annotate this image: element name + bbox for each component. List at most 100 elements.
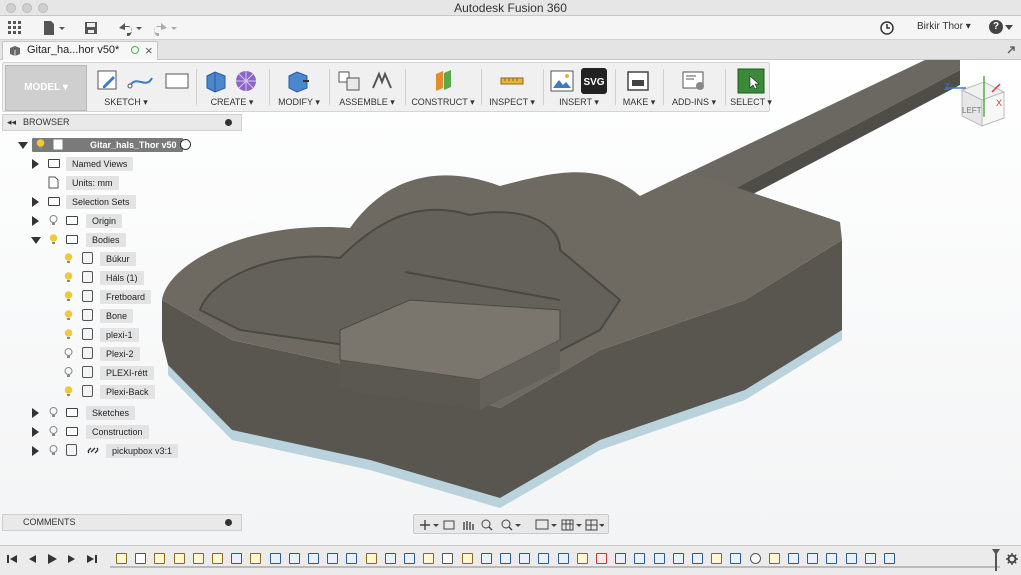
expand-sketches-icon[interactable] xyxy=(32,408,39,418)
timeline-feature-extrude-icon[interactable] xyxy=(384,553,396,564)
body-item-hals[interactable]: Háls (1) xyxy=(60,270,230,285)
file-menu-icon[interactable] xyxy=(42,20,66,36)
modify-group[interactable]: MODIFY ▾ xyxy=(273,63,325,111)
visibility-bulb-off-icon[interactable] xyxy=(49,426,58,437)
document-tab[interactable]: Gitar_ha...hor v50* × xyxy=(2,41,158,60)
visibility-bulb-icon[interactable] xyxy=(64,329,73,340)
expand-construction-icon[interactable] xyxy=(32,427,39,437)
joint-icon[interactable] xyxy=(369,68,395,94)
visibility-bulb-icon[interactable] xyxy=(64,310,73,321)
step-back-icon[interactable] xyxy=(26,553,38,565)
timeline-marker[interactable] xyxy=(992,549,1000,571)
insert-svg-button[interactable]: SVG xyxy=(581,68,607,94)
create-group[interactable]: CREATE ▾ xyxy=(199,63,265,111)
timeline-feature-extrude-icon[interactable] xyxy=(519,553,531,564)
browser-item-selection-sets[interactable]: Selection Sets xyxy=(30,194,230,209)
save-icon[interactable] xyxy=(84,20,98,36)
timeline-feature-extrude-icon[interactable] xyxy=(404,553,415,564)
timeline-feature-extrude-icon[interactable] xyxy=(615,553,627,564)
step-forward-icon[interactable] xyxy=(66,553,78,565)
timeline-feature-extrude-icon[interactable] xyxy=(807,553,819,564)
body-item-plexi-2[interactable]: Plexi-2 xyxy=(60,346,230,361)
canvas-image-icon[interactable] xyxy=(549,68,575,94)
timeline-feature-sketch-icon[interactable] xyxy=(423,553,435,564)
body-item-bukur[interactable]: Búkur xyxy=(60,251,230,266)
visibility-bulb-off-icon[interactable] xyxy=(49,407,58,418)
timeline-feature-sketch-icon[interactable] xyxy=(116,553,127,564)
visibility-bulb-off-icon[interactable] xyxy=(64,367,73,378)
undo-icon[interactable] xyxy=(116,20,144,36)
timeline-feature-body-icon[interactable] xyxy=(442,553,454,564)
create-sketch-icon[interactable] xyxy=(95,68,121,94)
timeline-feature-extrude-icon[interactable] xyxy=(864,553,876,564)
expand-selection-sets-icon[interactable] xyxy=(32,197,39,207)
close-window-button[interactable] xyxy=(6,3,16,13)
new-component-icon[interactable] xyxy=(337,68,363,94)
gear-icon[interactable] xyxy=(1006,553,1018,565)
job-status-clock-icon[interactable] xyxy=(880,20,894,36)
timeline-feature-delete-icon[interactable] xyxy=(596,553,607,564)
select-group[interactable]: SELECT ▾ xyxy=(729,63,773,111)
browser-item-origin[interactable]: Origin xyxy=(30,213,230,228)
scripts-addins-icon[interactable] xyxy=(681,68,707,94)
expand-root-icon[interactable] xyxy=(18,142,28,149)
timeline-track[interactable] xyxy=(110,566,1000,568)
timeline-feature-extrude-icon[interactable] xyxy=(826,553,838,564)
timeline-feature-extrude-icon[interactable] xyxy=(288,553,300,564)
timeline-feature-extrude-icon[interactable] xyxy=(884,553,895,564)
timeline-feature-extrude-icon[interactable] xyxy=(634,553,646,564)
timeline-feature-sketch-icon[interactable] xyxy=(461,553,473,564)
timeline-feature-extrude-icon[interactable] xyxy=(788,553,799,564)
skip-end-icon[interactable] xyxy=(86,553,98,565)
assemble-group[interactable]: ASSEMBLE ▾ xyxy=(333,63,401,111)
play-icon[interactable] xyxy=(46,553,58,565)
browser-panel-header[interactable]: ◂◂ BROWSER xyxy=(2,114,242,131)
browser-item-sketches[interactable]: Sketches xyxy=(30,405,230,420)
browser-item-units[interactable]: Units: mm xyxy=(30,175,230,190)
body-item-plexi-back[interactable]: Plexi-Back xyxy=(60,384,230,399)
visibility-bulb-icon[interactable] xyxy=(64,253,73,264)
timeline-feature-extrude-icon[interactable] xyxy=(692,553,703,564)
skip-start-icon[interactable] xyxy=(6,553,18,565)
spline-icon[interactable] xyxy=(127,68,155,94)
timeline-feature-body-icon[interactable] xyxy=(135,553,147,564)
construct-group[interactable]: CONSTRUCT ▾ xyxy=(409,63,477,111)
expand-named-views-icon[interactable] xyxy=(32,159,39,169)
timeline-feature-extrude-icon[interactable] xyxy=(231,553,243,564)
timeline-feature-extrude-icon[interactable] xyxy=(557,553,569,564)
tab-close-button[interactable]: × xyxy=(145,42,153,59)
timeline-feature-extrude-icon[interactable] xyxy=(327,553,339,564)
timeline-feature-sketch-icon[interactable] xyxy=(173,553,185,564)
collapse-browser-icon[interactable]: ◂◂ xyxy=(7,115,16,130)
timeline-feature-move-icon[interactable] xyxy=(749,553,761,564)
expand-origin-icon[interactable] xyxy=(32,216,39,226)
timeline-feature-sketch-icon[interactable] xyxy=(711,553,723,564)
timeline-feature-extrude-icon[interactable] xyxy=(730,553,742,564)
visibility-bulb-icon[interactable] xyxy=(64,386,73,397)
view-cube-face-left[interactable]: LEFT xyxy=(962,106,982,115)
redo-icon[interactable] xyxy=(150,20,178,36)
workspace-switcher-button[interactable]: MODEL ▾ xyxy=(5,65,87,111)
timeline-feature-sketch-icon[interactable] xyxy=(768,553,780,564)
body-item-plexi-1[interactable]: plexi-1 xyxy=(60,327,230,342)
timeline-feature-sketch-icon[interactable] xyxy=(576,553,588,564)
offset-plane-icon[interactable] xyxy=(431,68,457,94)
press-pull-icon[interactable] xyxy=(285,68,311,94)
comments-toggle-icon[interactable] xyxy=(225,519,232,526)
body-item-fretboard[interactable]: Fretboard xyxy=(60,289,230,304)
browser-root-node[interactable]: Gitar_hals_Thor v50 xyxy=(16,137,206,152)
view-cube[interactable]: LEFT Z X xyxy=(944,74,1010,138)
timeline-feature-extrude-icon[interactable] xyxy=(480,553,492,564)
rectangle-icon[interactable] xyxy=(163,68,191,94)
timeline-feature-sketch-icon[interactable] xyxy=(192,553,204,564)
timeline-feature-extrude-icon[interactable] xyxy=(845,553,857,564)
timeline-feature-sketch-icon[interactable] xyxy=(154,553,166,564)
visibility-bulb-off-icon[interactable] xyxy=(64,348,73,359)
body-item-plexi-rett[interactable]: PLEXI-rétt xyxy=(60,365,230,380)
select-arrow-icon[interactable] xyxy=(737,68,765,94)
app-grid-icon[interactable] xyxy=(8,20,22,36)
activate-root-radio[interactable] xyxy=(180,139,191,150)
timeline-feature-extrude-icon[interactable] xyxy=(346,553,358,564)
form-icon[interactable] xyxy=(233,68,259,94)
inspect-group[interactable]: INSPECT ▾ xyxy=(485,63,539,111)
